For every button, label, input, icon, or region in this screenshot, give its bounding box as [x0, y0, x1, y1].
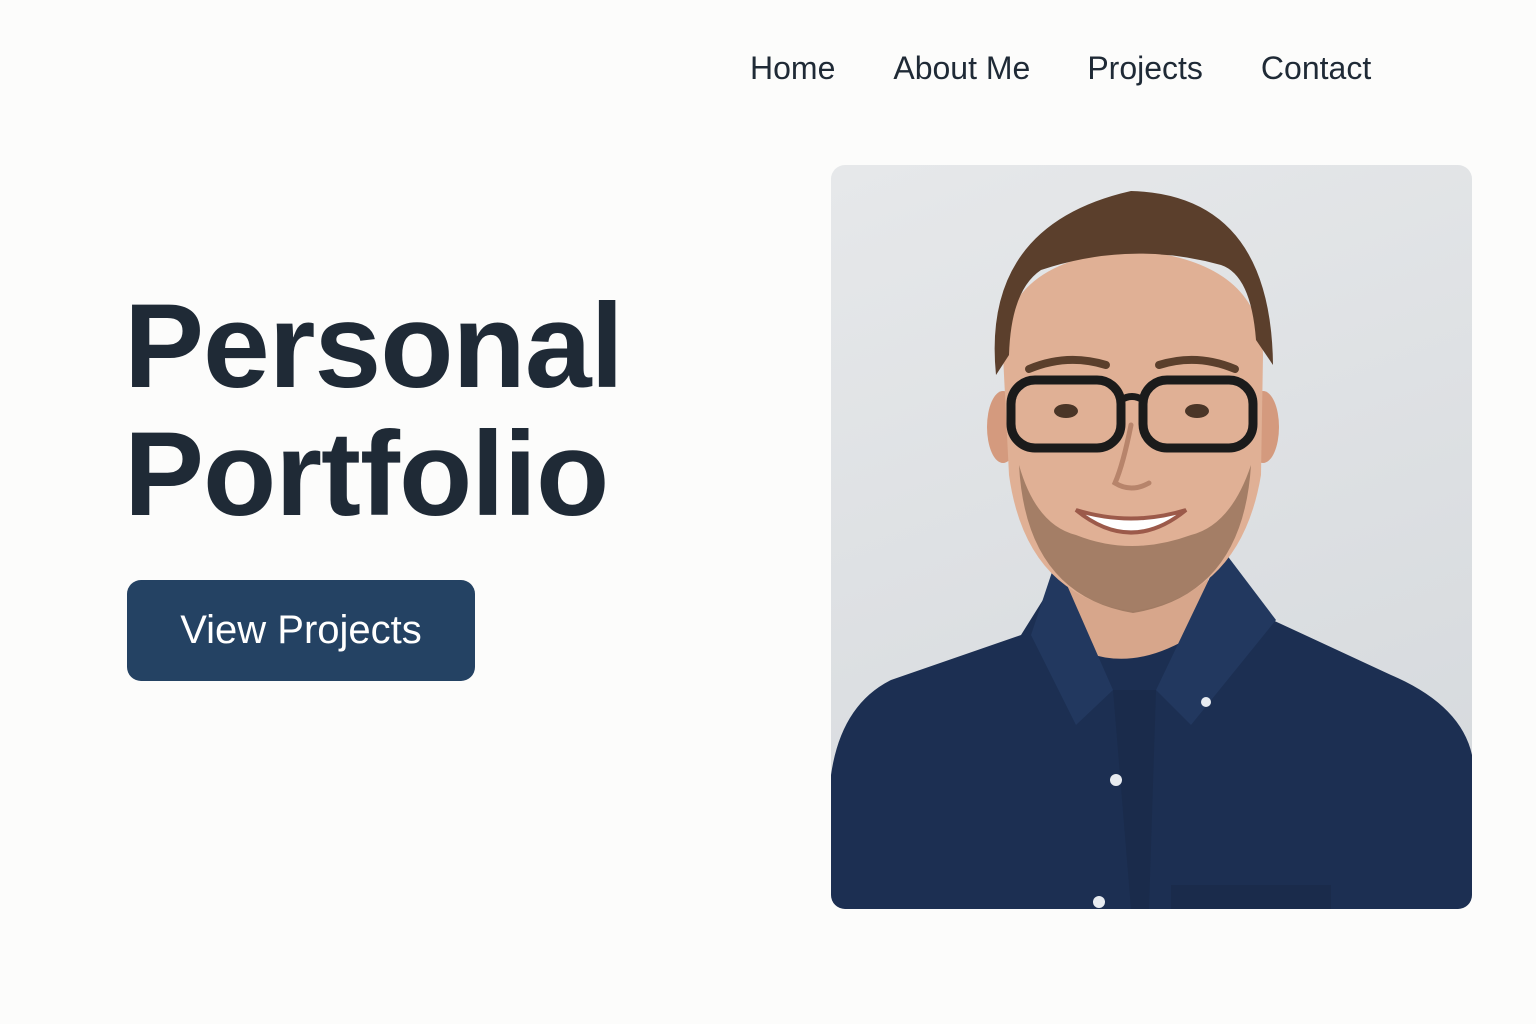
top-nav: Home About Me Projects Contact	[750, 44, 1371, 92]
nav-link-home[interactable]: Home	[750, 44, 835, 92]
portrait-illustration	[831, 191, 1472, 909]
hero-title-line-2: Portfolio	[124, 407, 609, 541]
view-projects-button[interactable]: View Projects	[127, 580, 475, 681]
hero-title: Personal Portfolio	[124, 279, 624, 541]
profile-photo	[831, 165, 1472, 909]
portfolio-page: Home About Me Projects Contact Personal …	[0, 0, 1536, 1024]
nav-link-projects[interactable]: Projects	[1087, 44, 1203, 92]
hero-title-line-1: Personal	[124, 279, 624, 413]
nav-link-about-me[interactable]: About Me	[893, 44, 1030, 92]
nav-link-contact[interactable]: Contact	[1261, 44, 1371, 92]
